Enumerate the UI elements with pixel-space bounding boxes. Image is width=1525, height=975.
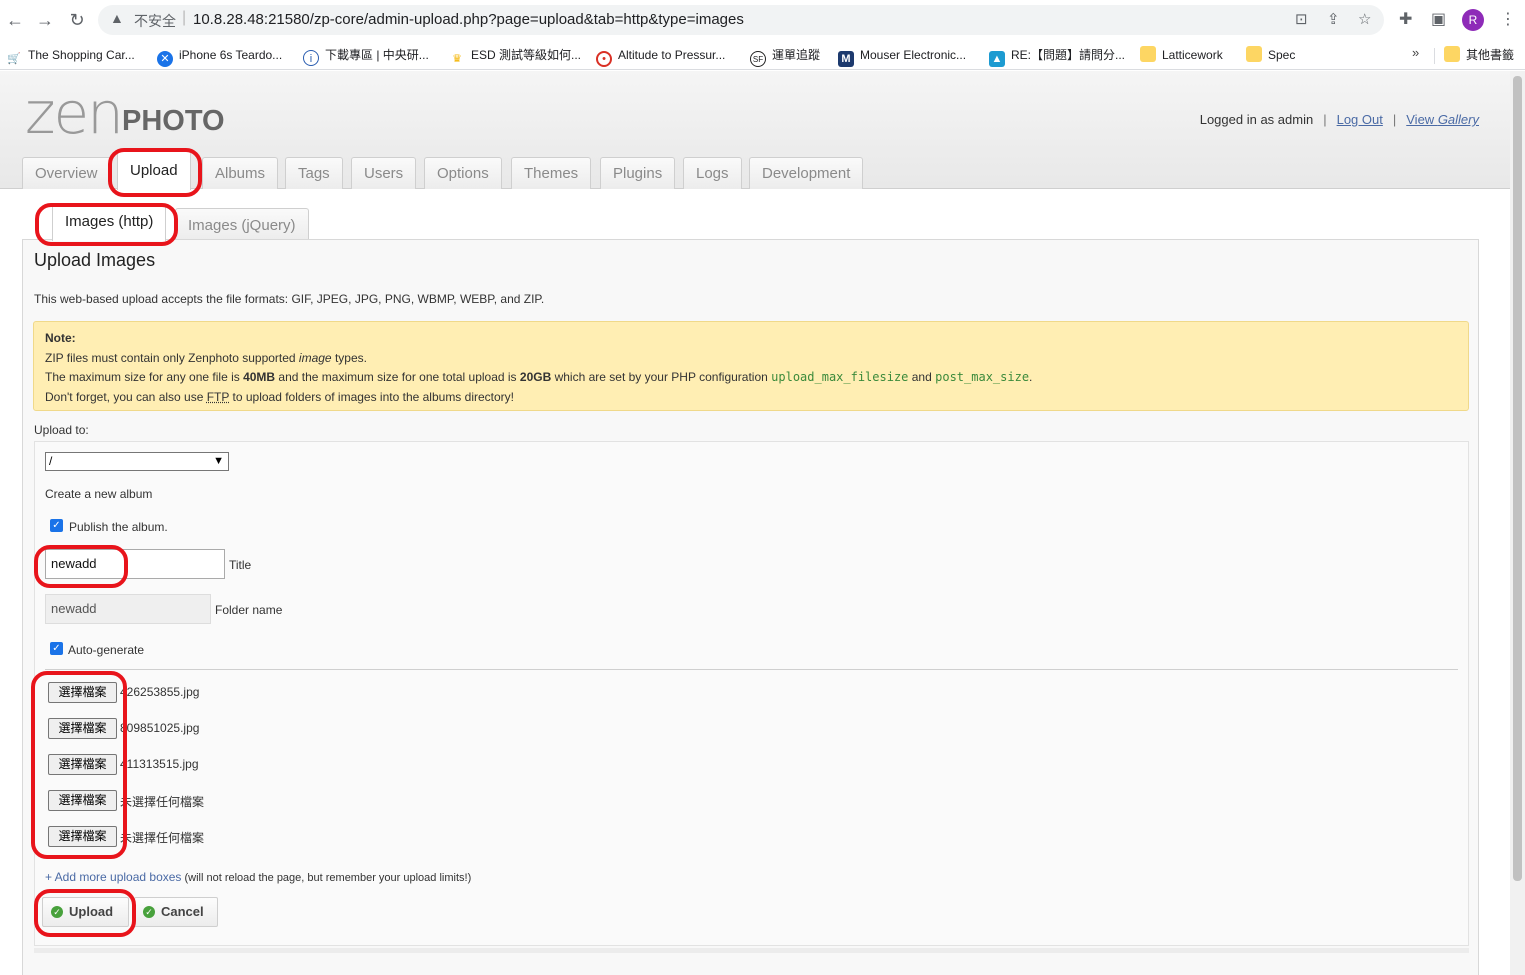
- bookmark-item[interactable]: SF 運單追蹤: [750, 45, 820, 67]
- bookmark-item[interactable]: ✕ iPhone 6s Teardo...: [157, 45, 282, 67]
- tab-options[interactable]: Options: [424, 157, 502, 189]
- bookmark-item[interactable]: ♛ ESD 測試等級如何...: [449, 45, 581, 65]
- choose-file-button[interactable]: 選擇檔案: [48, 682, 117, 703]
- formats-description: This web-based upload accepts the file f…: [34, 292, 545, 306]
- chevron-down-icon: ▼: [213, 455, 224, 467]
- add-more-upload-boxes-link[interactable]: + Add more upload boxes: [45, 870, 181, 884]
- admin-page: zen PHOTO Logged in as admin | Log Out | Vie…: [0, 71, 1510, 975]
- bookmark-folder[interactable]: Spec: [1246, 45, 1295, 65]
- note-box: Note: ZIP files must contain only Zenpho…: [33, 321, 1469, 411]
- add-more-note: (will not reload the page, but remember …: [181, 872, 472, 884]
- admin-header: zen PHOTO Logged in as admin | Log Out | Vie…: [0, 71, 1510, 190]
- subtab-images-http[interactable]: Images (http): [52, 204, 167, 241]
- bookmark-item[interactable]: • Altitude to Pressur...: [596, 45, 725, 67]
- other-bookmarks[interactable]: 其他書籤: [1444, 45, 1514, 65]
- site-icon: i: [303, 50, 319, 66]
- upload-panel: Upload Images This web-based upload acce…: [22, 239, 1479, 975]
- file-name: 426253855.jpg: [120, 685, 200, 699]
- scrollbar-thumb[interactable]: [1513, 76, 1522, 881]
- omnibox-divider: |: [182, 9, 187, 26]
- bookmark-item[interactable]: 🛒 The Shopping Car...: [6, 45, 135, 65]
- profile-avatar[interactable]: R: [1462, 9, 1484, 31]
- bookmarks-bar: 🛒 The Shopping Car... ✕ iPhone 6s Teardo..…: [0, 40, 1525, 70]
- translate-icon[interactable]: ⊡: [1295, 10, 1308, 28]
- browser-toolbar: ← → ↻ ▲ 不安全 | 10.8.28.48:21580/zp-core/a…: [0, 0, 1525, 40]
- folder-icon: [1444, 46, 1460, 62]
- back-icon[interactable]: ←: [3, 8, 27, 32]
- tab-albums[interactable]: Albums: [202, 157, 279, 189]
- bookmark-folder[interactable]: Latticework: [1140, 45, 1223, 65]
- side-panel-icon[interactable]: ▣: [1431, 9, 1446, 29]
- upload-form: / ▼ Create a new album ✓ Publish the alb…: [34, 441, 1469, 946]
- publish-label: Publish the album.: [69, 520, 168, 534]
- folder-icon: [1140, 46, 1156, 62]
- bookmark-star-icon[interactable]: ☆: [1358, 10, 1371, 28]
- chevron-right-icon[interactable]: »: [1412, 45, 1419, 60]
- sf-icon: SF: [750, 51, 766, 67]
- check-icon: ✓: [51, 906, 63, 918]
- check-icon: ✓: [143, 906, 155, 918]
- mouser-icon: M: [838, 51, 854, 67]
- address-bar[interactable]: ▲ 不安全 | 10.8.28.48:21580/zp-core/admin-u…: [98, 5, 1384, 35]
- create-album-label: Create a new album: [45, 487, 153, 501]
- extensions-icon[interactable]: ✚: [1399, 9, 1412, 29]
- subtab-images-jquery[interactable]: Images (jQuery): [175, 208, 309, 241]
- share-icon[interactable]: ⇪: [1327, 10, 1340, 28]
- tab-upload[interactable]: Upload: [117, 150, 191, 190]
- bookmark-item[interactable]: ▲ RE:【問題】請問分...: [989, 45, 1125, 67]
- file-name: 809851025.jpg: [120, 721, 200, 735]
- upload-to-label: Upload to:: [34, 423, 89, 437]
- site-icon: ♛: [452, 53, 462, 65]
- bookmark-item[interactable]: M Mouser Electronic...: [838, 45, 966, 67]
- cancel-button[interactable]: ✓ Cancel: [134, 897, 218, 927]
- album-select[interactable]: / ▼: [45, 452, 229, 471]
- file-name: 未選擇任何檔案: [120, 831, 205, 845]
- warning-icon: ▲: [110, 10, 124, 26]
- panel-footer: [34, 948, 1469, 953]
- site-icon: ▲: [989, 51, 1005, 67]
- tab-tags[interactable]: Tags: [285, 157, 343, 189]
- title-label: Title: [229, 558, 252, 572]
- insecure-label: 不安全: [134, 13, 176, 29]
- auto-generate-label: Auto-generate: [68, 643, 145, 657]
- logo-photo-text: PHOTO: [122, 105, 225, 137]
- publish-checkbox[interactable]: ✓: [50, 519, 63, 532]
- logout-link[interactable]: Log Out: [1337, 112, 1383, 127]
- choose-file-button[interactable]: 選擇檔案: [48, 826, 117, 847]
- auto-generate-checkbox[interactable]: ✓: [50, 642, 63, 655]
- file-name: 未選擇任何檔案: [120, 795, 205, 809]
- folder-icon: [1246, 46, 1262, 62]
- reload-icon[interactable]: ↻: [65, 8, 89, 32]
- forward-icon[interactable]: →: [33, 8, 57, 32]
- page-title: Upload Images: [34, 250, 156, 270]
- bookmark-item[interactable]: i 下載專區 | 中央研...: [303, 45, 429, 66]
- divider: [1434, 48, 1435, 64]
- logo[interactable]: zen: [25, 79, 124, 147]
- folder-name-input[interactable]: newadd: [45, 594, 211, 624]
- choose-file-button[interactable]: 選擇檔案: [48, 790, 117, 811]
- note-heading: Note:: [45, 331, 76, 345]
- divider: [45, 669, 1458, 670]
- target-icon: •: [596, 51, 612, 67]
- tab-plugins[interactable]: Plugins: [600, 157, 676, 189]
- upload-button[interactable]: ✓ Upload: [42, 897, 129, 927]
- logged-in-text: Logged in as admin: [1199, 112, 1314, 127]
- cart-icon: 🛒: [7, 53, 21, 65]
- login-info: Logged in as admin | Log Out | View Gallery: [1199, 112, 1479, 127]
- tab-logs[interactable]: Logs: [683, 157, 742, 189]
- menu-icon[interactable]: ⋮: [1500, 9, 1516, 29]
- tab-users[interactable]: Users: [351, 157, 417, 189]
- url-text: 10.8.28.48:21580/zp-core/admin-upload.ph…: [193, 11, 744, 28]
- site-icon: ✕: [157, 51, 173, 67]
- folder-name-label: Folder name: [215, 603, 283, 617]
- tab-overview[interactable]: Overview: [22, 157, 111, 189]
- album-title-input[interactable]: newadd: [45, 549, 225, 579]
- file-name: 411313515.jpg: [120, 757, 199, 771]
- choose-file-button[interactable]: 選擇檔案: [48, 718, 117, 739]
- tab-themes[interactable]: Themes: [511, 157, 592, 189]
- view-gallery-link[interactable]: View Gallery: [1406, 112, 1479, 127]
- tab-development[interactable]: Development: [749, 157, 864, 189]
- choose-file-button[interactable]: 選擇檔案: [48, 754, 117, 775]
- add-more-row: + Add more upload boxes (will not reload…: [45, 870, 471, 884]
